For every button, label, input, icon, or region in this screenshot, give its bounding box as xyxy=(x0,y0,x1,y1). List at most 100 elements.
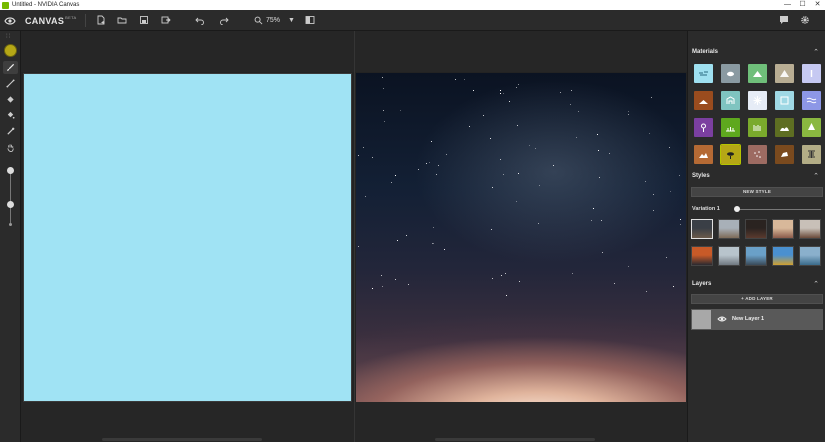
pan-tool[interactable] xyxy=(3,141,18,154)
view-divider xyxy=(354,31,355,442)
material-cloud[interactable] xyxy=(721,64,740,83)
material-snow[interactable] xyxy=(748,91,767,110)
star-dot xyxy=(518,173,519,174)
snow-icon xyxy=(753,96,762,105)
material-sand[interactable] xyxy=(720,144,741,165)
close-icon[interactable]: ✕ xyxy=(810,0,825,10)
right-horizontal-scrollbar[interactable] xyxy=(435,438,595,441)
styles-collapse-icon[interactable]: ⌃ xyxy=(813,172,819,180)
save-button[interactable] xyxy=(137,13,151,27)
workspace xyxy=(21,31,687,442)
line-tool[interactable] xyxy=(3,77,18,90)
ice-icon xyxy=(780,96,789,105)
style-thumbnail[interactable] xyxy=(691,246,713,266)
water-icon xyxy=(806,97,817,104)
paint-canvas[interactable] xyxy=(23,73,352,402)
material-flower[interactable] xyxy=(694,118,713,137)
materials-collapse-icon[interactable]: ⌃ xyxy=(813,48,819,56)
material-gravel[interactable] xyxy=(748,145,767,164)
layers-collapse-icon[interactable]: ⌃ xyxy=(813,280,819,288)
export-icon xyxy=(161,16,171,24)
left-horizontal-scrollbar[interactable] xyxy=(102,438,262,441)
style-thumbnail[interactable] xyxy=(799,246,821,266)
star-dot xyxy=(509,101,510,102)
star-dot xyxy=(602,252,603,253)
brush-size-knob[interactable] xyxy=(7,201,14,208)
style-thumbnail[interactable] xyxy=(772,246,794,266)
style-thumbnail[interactable] xyxy=(718,219,740,239)
toolbar-divider xyxy=(85,14,86,27)
open-file-button[interactable] xyxy=(115,13,129,27)
undo-button[interactable] xyxy=(193,13,207,27)
style-thumbnail[interactable] xyxy=(745,219,767,239)
style-thumbnail[interactable] xyxy=(799,219,821,239)
new-file-button[interactable] xyxy=(94,13,108,27)
star-dot xyxy=(500,159,501,160)
star-dot xyxy=(469,126,470,127)
style-thumbnail[interactable] xyxy=(772,219,794,239)
star-dot xyxy=(429,162,430,163)
fill-tool[interactable] xyxy=(3,109,18,122)
dirt-icon xyxy=(699,100,708,104)
material-fog[interactable] xyxy=(802,64,821,83)
star-dot xyxy=(570,104,571,105)
minimize-icon[interactable]: — xyxy=(780,0,795,10)
star-dot xyxy=(438,165,439,166)
material-bush[interactable] xyxy=(775,118,794,137)
material-stone[interactable] xyxy=(775,145,794,164)
layer-name: New Layer 1 xyxy=(732,316,765,322)
material-mountain[interactable] xyxy=(748,64,767,83)
layer-row[interactable]: New Layer 1 xyxy=(691,309,823,330)
material-ice[interactable] xyxy=(775,91,794,110)
star-dot xyxy=(426,163,427,164)
star-dot xyxy=(432,243,433,244)
active-material-swatch[interactable] xyxy=(4,44,17,57)
settings-button[interactable] xyxy=(798,13,812,27)
style-thumbnail[interactable] xyxy=(745,246,767,266)
add-layer-button[interactable]: + ADD LAYER xyxy=(691,294,823,304)
style-thumbnail[interactable] xyxy=(691,219,713,239)
variation-label: Variation 1 xyxy=(692,206,720,212)
feedback-button[interactable] xyxy=(777,13,791,27)
material-grass[interactable] xyxy=(721,118,740,137)
material-tree[interactable] xyxy=(802,118,821,137)
star-dot xyxy=(628,266,629,267)
brush-tool[interactable] xyxy=(3,61,18,74)
material-dirt[interactable] xyxy=(694,91,713,110)
star-dot xyxy=(492,278,493,279)
variation-slider-track[interactable] xyxy=(736,209,821,210)
export-button[interactable] xyxy=(159,13,173,27)
star-dot xyxy=(614,283,615,284)
rock-icon xyxy=(699,153,708,158)
maximize-icon[interactable]: ☐ xyxy=(795,0,810,10)
material-wall[interactable] xyxy=(802,145,821,164)
material-sky[interactable] xyxy=(694,64,713,83)
mountain-icon xyxy=(753,71,762,77)
brush-size-track[interactable] xyxy=(10,173,11,223)
variation-slider-knob[interactable] xyxy=(734,206,740,212)
star-dot xyxy=(553,165,554,166)
brush-size-max-knob[interactable] xyxy=(7,167,14,174)
star-dot xyxy=(535,148,536,149)
eyedropper-tool[interactable] xyxy=(3,125,18,138)
material-straw[interactable] xyxy=(748,118,767,137)
star-dot xyxy=(503,174,504,175)
material-hill[interactable] xyxy=(775,64,794,83)
new-style-button[interactable]: NEW STYLE xyxy=(691,187,823,197)
star-dot xyxy=(503,93,504,94)
star-dot xyxy=(397,240,398,241)
split-view-button[interactable] xyxy=(303,13,317,27)
chevron-down-icon[interactable]: ▼ xyxy=(288,17,295,24)
star-dot xyxy=(517,125,518,126)
material-building[interactable] xyxy=(721,91,740,110)
style-thumbnail[interactable] xyxy=(718,246,740,266)
styles-section-title: Styles xyxy=(692,173,710,179)
zoom-control[interactable]: 75% ▼ xyxy=(254,14,295,27)
bush-icon xyxy=(780,127,789,131)
eye-icon[interactable] xyxy=(717,314,727,324)
window-controls: — ☐ ✕ xyxy=(780,0,825,10)
redo-button[interactable] xyxy=(217,13,231,27)
material-rock[interactable] xyxy=(694,145,713,164)
eraser-tool[interactable] xyxy=(3,93,18,106)
material-water[interactable] xyxy=(802,91,821,110)
